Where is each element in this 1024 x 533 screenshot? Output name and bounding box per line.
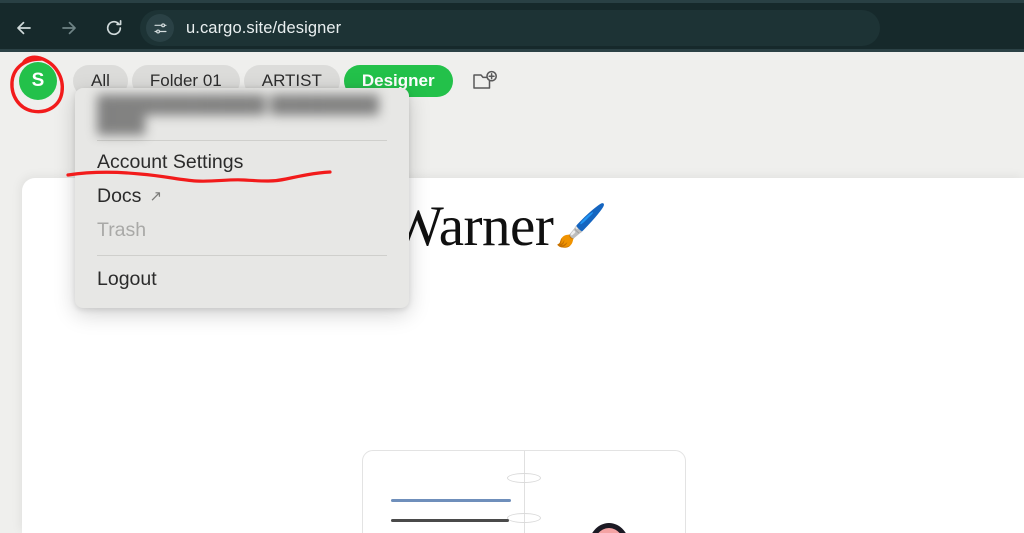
menu-divider [97, 255, 387, 256]
arrow-left-icon [14, 18, 34, 38]
url-text: u.cargo.site/designer [186, 18, 342, 37]
menu-item-label: Logout [97, 267, 157, 290]
portrait-head [588, 523, 630, 533]
binder-ring-icon [507, 513, 541, 523]
address-bar[interactable]: u.cargo.site/designer [140, 10, 880, 46]
back-button[interactable] [7, 11, 41, 45]
paintbrush-icon: 🖌️ [555, 203, 608, 250]
menu-item-logout[interactable]: Logout [75, 262, 409, 296]
account-dropdown-menu: ██████████████ █████████ ████ Account Se… [75, 88, 409, 308]
avatar[interactable]: S [19, 62, 57, 100]
forward-button[interactable] [52, 11, 86, 45]
menu-item-trash: Trash [75, 213, 409, 247]
page-title: Warner 🖌️ [390, 194, 608, 259]
notebook-illustration[interactable] [362, 450, 686, 533]
menu-item-label: Trash [97, 218, 147, 241]
menu-item-docs[interactable]: Docs ↗ [75, 179, 409, 213]
menu-item-label: Docs [97, 184, 142, 207]
binder-ring-icon [507, 473, 541, 483]
arrow-right-icon [59, 18, 79, 38]
account-email-redacted: ██████████████ █████████ ████ [97, 95, 379, 134]
browser-toolbar: u.cargo.site/designer [0, 0, 1024, 52]
folder-plus-icon[interactable] [470, 66, 500, 96]
page-title-text: Warner [390, 195, 554, 258]
notebook-line [391, 499, 511, 502]
reload-button[interactable] [97, 11, 131, 45]
notebook-line [391, 519, 509, 522]
external-link-arrow-icon: ↗ [149, 188, 163, 205]
menu-item-account-settings[interactable]: Account Settings [75, 145, 409, 179]
browser-window: u.cargo.site/designer S All Folder 01 AR… [0, 0, 1024, 533]
site-settings-sliders-icon[interactable] [146, 14, 174, 42]
menu-item-label: Account Settings [97, 150, 244, 173]
reload-icon [104, 18, 124, 38]
menu-divider [97, 140, 387, 141]
